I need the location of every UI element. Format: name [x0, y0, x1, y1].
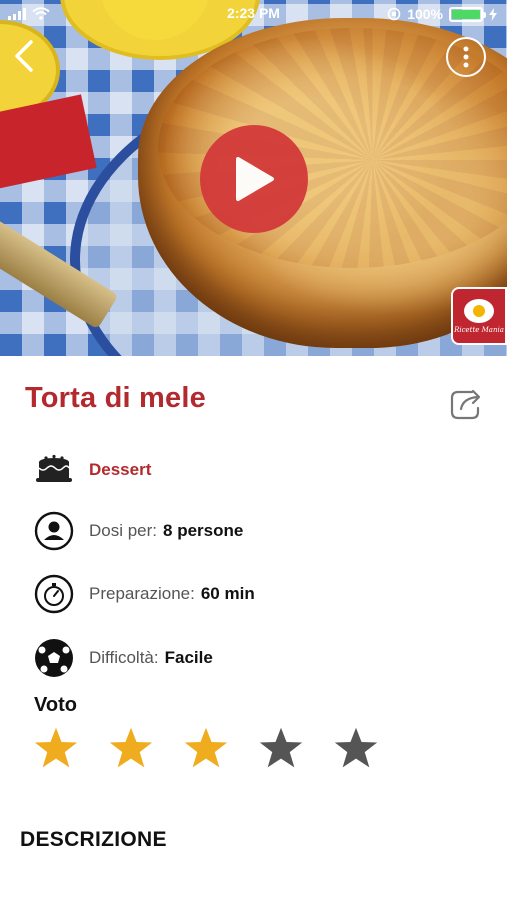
- difficulty-label: Difficoltà:: [89, 648, 159, 667]
- chevron-left-icon: [15, 40, 33, 72]
- more-vertical-icon: [463, 46, 469, 68]
- share-button[interactable]: [447, 385, 487, 421]
- servings-value: 8 persone: [163, 521, 244, 540]
- back-button[interactable]: [8, 38, 40, 74]
- battery-percent: 100%: [407, 6, 443, 22]
- recipe-category: Dessert: [89, 460, 152, 479]
- difficulty-value: Facile: [164, 648, 213, 667]
- servings-label: Dosi per:: [89, 521, 158, 540]
- difficulty-row: Difficoltà: Facile: [33, 637, 213, 679]
- timer-icon: [33, 573, 75, 615]
- star-empty-icon[interactable]: [333, 725, 379, 771]
- fried-egg-icon: [464, 298, 494, 323]
- star-filled-icon[interactable]: [33, 725, 79, 771]
- star-filled-icon[interactable]: [108, 725, 154, 771]
- servings-row: Dosi per: 8 persone: [33, 510, 243, 552]
- person-icon: [33, 510, 75, 552]
- status-right: 100%: [387, 6, 497, 22]
- brand-logo: Ricette Mania: [451, 287, 507, 345]
- status-bar: 2:23 PM 100%: [0, 0, 507, 28]
- category-row: Dessert: [33, 449, 151, 491]
- share-icon: [450, 389, 481, 420]
- cake-icon: [33, 449, 75, 491]
- recipe-title: Torta di mele: [25, 382, 206, 414]
- more-options-button[interactable]: [446, 37, 486, 77]
- orientation-lock-icon: [387, 7, 401, 21]
- red-napkin: [0, 94, 97, 191]
- charging-icon: [489, 7, 497, 21]
- description-title: DESCRIZIONE: [20, 828, 167, 851]
- prep-time-label: Preparazione:: [89, 584, 195, 603]
- battery-icon: [449, 6, 486, 22]
- play-video-button[interactable]: [200, 125, 308, 233]
- rating-stars[interactable]: [33, 725, 379, 771]
- prep-time-value: 60 min: [200, 584, 255, 603]
- play-icon: [236, 157, 274, 201]
- star-filled-icon[interactable]: [183, 725, 229, 771]
- prep-time-row: Preparazione: 60 min: [33, 573, 255, 615]
- rating-label: Voto: [34, 694, 77, 716]
- recipe-hero-image: Ricette Mania: [0, 0, 507, 356]
- star-empty-icon[interactable]: [258, 725, 304, 771]
- ball-icon: [33, 637, 75, 679]
- brand-logo-text: Ricette Mania: [454, 325, 504, 334]
